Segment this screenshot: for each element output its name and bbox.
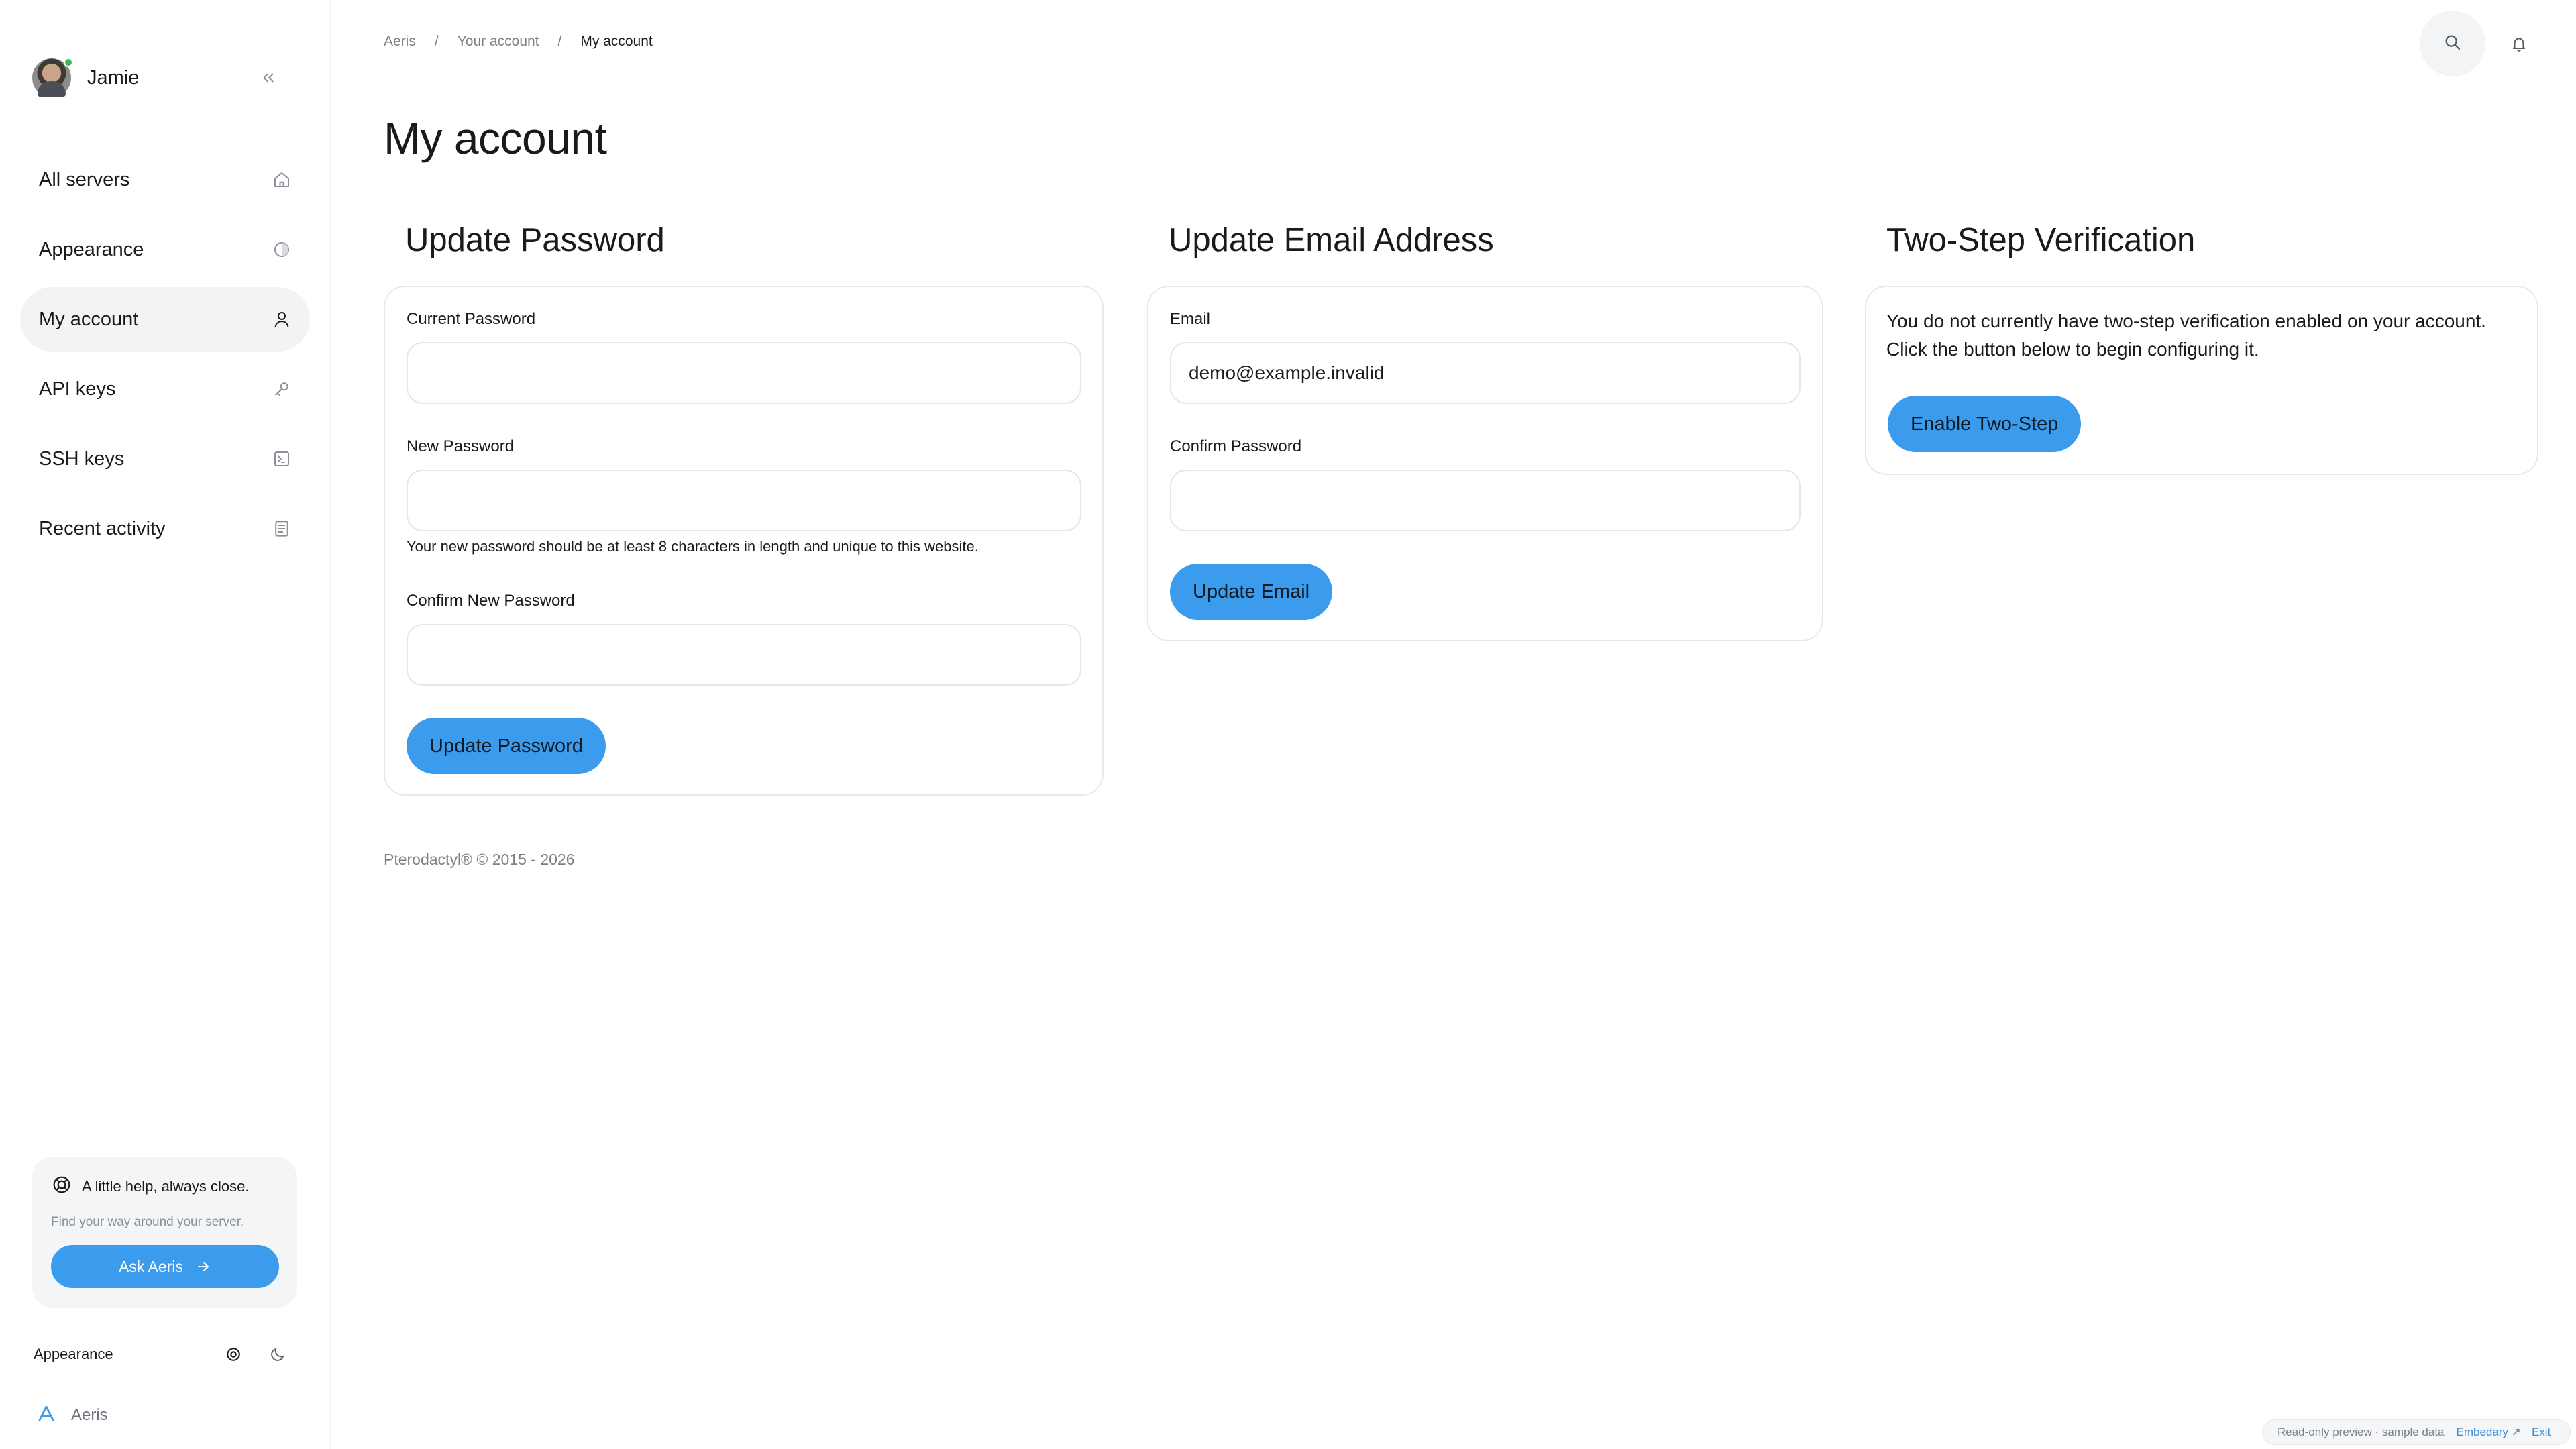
new-password-label: New Password	[407, 437, 515, 455]
page-title: My account	[384, 113, 607, 163]
update-password-button[interactable]: Update Password	[407, 718, 606, 774]
sidebar-item-label: All servers	[39, 168, 130, 191]
sidebar-item-appearance[interactable]: Appearance	[20, 217, 310, 282]
collapse-sidebar-icon[interactable]	[258, 67, 279, 89]
update-email-card: Email Confirm Password Update Email	[1147, 286, 1823, 641]
online-status-dot	[64, 58, 73, 67]
sidebar-nav: All servers Appearance My account API ke…	[20, 148, 310, 566]
user-name: Jamie	[87, 66, 140, 89]
dark-theme-moon-icon[interactable]	[267, 1344, 288, 1365]
two-step-title: Two-Step Verification	[1886, 222, 2196, 258]
appearance-label: Appearance	[34, 1346, 113, 1362]
activity-log-icon	[271, 518, 292, 539]
two-step-description: You do not currently have two-step verif…	[1886, 311, 2486, 360]
preview-banner: Read-only preview · sample data Embedary…	[2262, 1419, 2571, 1445]
search-button[interactable]	[2420, 11, 2485, 76]
breadcrumb-separator: /	[434, 34, 439, 49]
avatar[interactable]	[32, 58, 73, 97]
confirm-new-password-label: Confirm New Password	[407, 592, 575, 610]
avatar-body	[38, 81, 66, 97]
new-password-input[interactable]	[407, 470, 1081, 531]
two-step-card: You do not currently have two-step verif…	[1865, 286, 2538, 475]
breadcrumb-current: My account	[580, 34, 653, 49]
theme-toggle-group	[223, 1344, 288, 1365]
current-password-input[interactable]	[407, 342, 1081, 404]
current-password-label: Current Password	[407, 310, 536, 328]
email-label: Email	[1170, 310, 1211, 328]
home-icon	[271, 169, 292, 191]
enable-two-step-button[interactable]: Enable Two-Step	[1888, 396, 2082, 452]
breadcrumb: Aeris / Your account / My account	[384, 34, 653, 50]
confirm-password-input[interactable]	[1170, 470, 1801, 531]
update-email-button[interactable]: Update Email	[1170, 564, 1333, 620]
sidebar-item-label: Appearance	[39, 238, 144, 260]
sidebar: Jamie All servers Appearance My account …	[0, 0, 331, 1449]
brand[interactable]: Aeris	[36, 1403, 108, 1427]
update-password-title: Update Password	[405, 222, 665, 258]
sidebar-item-ssh-keys[interactable]: SSH keys	[20, 427, 310, 491]
help-card-title: A little help, always close.	[82, 1177, 250, 1195]
user-icon	[271, 309, 292, 330]
notifications-bell-icon[interactable]	[2506, 31, 2532, 56]
preview-banner-link[interactable]: Embedary ↗	[2457, 1426, 2521, 1439]
terminal-icon	[271, 448, 292, 470]
breadcrumb-separator: /	[557, 34, 562, 49]
search-icon	[2443, 32, 2463, 56]
help-card: A little help, always close. Find your w…	[32, 1157, 297, 1308]
breadcrumb-link-your-account[interactable]: Your account	[458, 34, 539, 50]
user-profile[interactable]: Jamie	[32, 57, 294, 99]
confirm-new-password-input[interactable]	[407, 624, 1081, 686]
update-email-title: Update Email Address	[1169, 222, 1494, 258]
breadcrumb-link-aeris[interactable]: Aeris	[384, 34, 416, 50]
footer-copyright: Pterodactyl® © 2015 - 2026	[384, 851, 575, 868]
preview-banner-text: Read-only preview · sample data	[2277, 1426, 2445, 1438]
confirm-password-label: Confirm Password	[1170, 437, 1302, 455]
help-card-subtitle: Find your way around your server.	[51, 1215, 244, 1229]
aeris-logo-icon	[36, 1403, 56, 1427]
email-input[interactable]	[1170, 342, 1801, 404]
light-theme-icon[interactable]	[223, 1344, 244, 1365]
password-requirements-hint: Your new password should be at least 8 c…	[407, 538, 979, 555]
ask-aeris-button[interactable]: Ask Aeris	[51, 1245, 279, 1288]
sidebar-item-my-account[interactable]: My account	[20, 287, 310, 352]
sidebar-item-all-servers[interactable]: All servers	[20, 148, 310, 212]
sidebar-item-recent-activity[interactable]: Recent activity	[20, 496, 310, 561]
sidebar-item-label: My account	[39, 308, 139, 330]
help-card-header: A little help, always close.	[51, 1174, 278, 1199]
arrow-right-icon	[195, 1258, 211, 1275]
sidebar-item-label: SSH keys	[39, 447, 125, 470]
key-icon	[271, 378, 292, 400]
help-lifebuoy-icon	[51, 1174, 72, 1199]
brand-name: Aeris	[71, 1405, 108, 1424]
update-password-card: Current Password New Password Your new p…	[384, 286, 1104, 796]
appearance-switcher: Appearance	[34, 1338, 298, 1371]
ask-aeris-label: Ask Aeris	[119, 1257, 183, 1275]
sidebar-item-label: Recent activity	[39, 517, 166, 539]
palette-icon	[271, 239, 292, 260]
preview-exit-link[interactable]: Exit	[2532, 1426, 2551, 1439]
sidebar-item-api-keys[interactable]: API keys	[20, 357, 310, 421]
sidebar-item-label: API keys	[39, 378, 116, 400]
